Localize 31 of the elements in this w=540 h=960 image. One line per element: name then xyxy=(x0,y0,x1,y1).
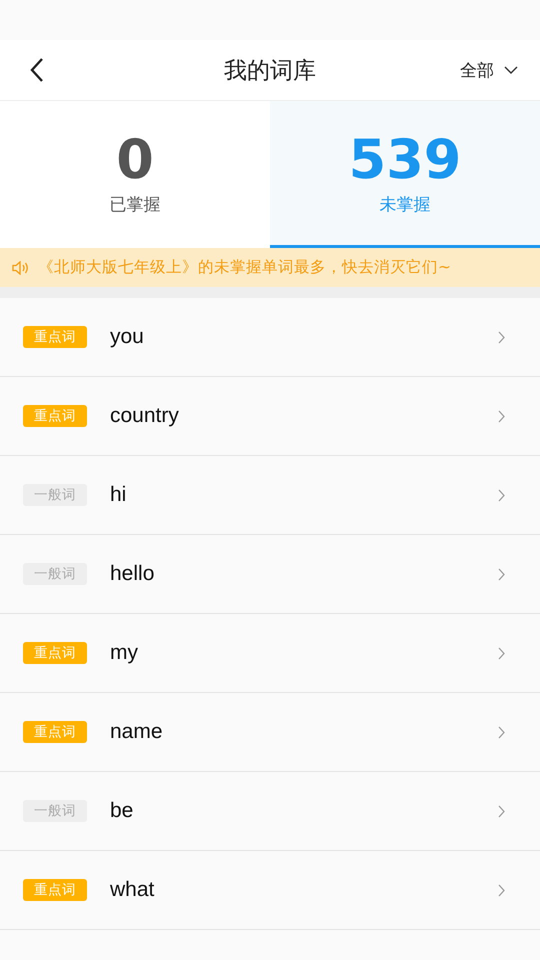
tag-label: 一般词 xyxy=(23,563,87,585)
chevron-icon xyxy=(498,330,505,344)
speaker-icon xyxy=(12,260,30,274)
tag-label: 重点词 xyxy=(23,405,87,427)
notice-text: 《北师大版七年级上》的未掌握单词最多，快去消灭它们~ xyxy=(38,257,451,278)
chevron-icon xyxy=(498,488,505,502)
filter-dropdown[interactable]: 全部 xyxy=(460,58,518,82)
word-text: you xyxy=(110,325,144,349)
chevron-icon xyxy=(498,884,505,896)
tag-label: 重点词 xyxy=(23,879,87,901)
tag-label: 重点词 xyxy=(23,721,87,743)
chevron-icon xyxy=(498,646,505,660)
word-text: my xyxy=(110,641,138,665)
back-icon[interactable] xyxy=(30,57,44,83)
tag-label: 一般词 xyxy=(23,800,87,822)
tag-label: 重点词 xyxy=(23,642,87,664)
chevron-icon xyxy=(498,568,505,580)
word-text: hello xyxy=(110,562,154,586)
tag-label: 重点词 xyxy=(23,326,87,348)
word-text: hi xyxy=(110,483,126,507)
page-title: 我的词库 xyxy=(224,56,316,86)
stat-tab[interactable]: 0 已掌握 xyxy=(0,101,270,248)
chevron-icon xyxy=(498,804,505,818)
word-text: what xyxy=(110,878,154,902)
tag-label: 一般词 xyxy=(23,484,87,506)
caret-icon xyxy=(504,66,518,74)
word-text: country xyxy=(110,404,179,428)
word-text: be xyxy=(110,799,134,823)
chevron-icon xyxy=(498,410,505,422)
chevron-icon xyxy=(498,726,505,738)
word-text: name xyxy=(110,720,163,744)
